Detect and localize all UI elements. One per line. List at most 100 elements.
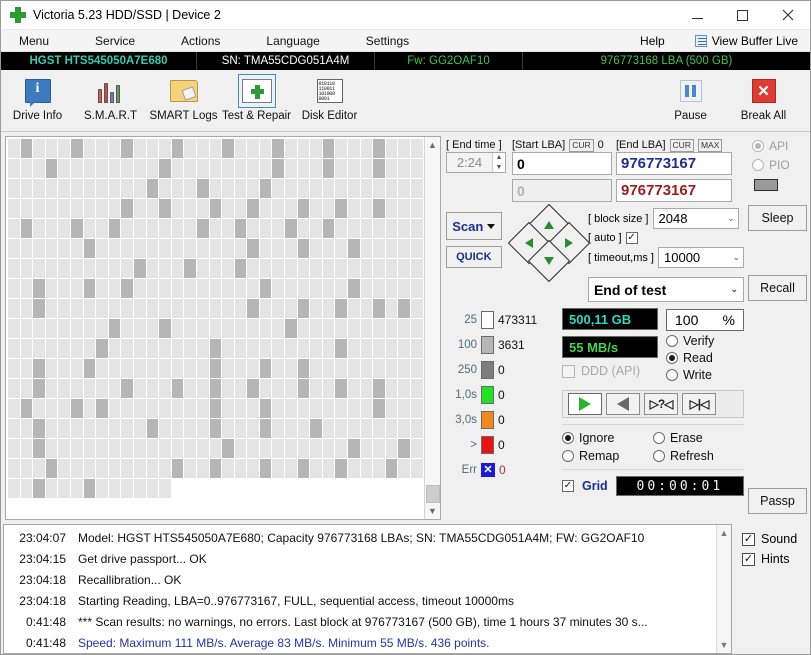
end-time-down-icon[interactable]: ▼ <box>493 163 505 173</box>
minimize-icon[interactable] <box>675 1 720 30</box>
menu-item-language[interactable]: Language <box>256 32 329 50</box>
view-buffer-live-button[interactable]: View Buffer Live <box>694 34 810 48</box>
toolbar-button-break-all[interactable]: ✕ Break All <box>727 74 800 122</box>
map-cell <box>196 459 209 478</box>
log-scrollbar[interactable]: ▲ ▼ <box>716 525 731 653</box>
maximize-icon[interactable] <box>720 1 765 30</box>
ddd-api-checkbox[interactable] <box>562 364 575 378</box>
toolbar-button-smart[interactable]: S.M.A.R.T <box>74 74 147 122</box>
auto-checkbox[interactable]: ✓ <box>625 232 638 244</box>
end-of-test-select[interactable]: End of test ⌄ <box>587 277 744 302</box>
verify-radio[interactable] <box>666 335 678 347</box>
mode-option-verify[interactable]: Verify <box>666 334 744 348</box>
log-scroll-up-icon[interactable]: ▲ <box>716 525 732 541</box>
sound-option[interactable]: ✓ Sound <box>742 532 810 546</box>
seek-end-button[interactable]: ▷|◁ <box>682 393 716 415</box>
end-time-spinner[interactable]: 2:24 ▲ ▼ <box>446 152 506 173</box>
map-cell <box>373 339 385 358</box>
map-scrollbar[interactable]: ▲ ▼ <box>424 137 440 519</box>
start-lba-min-button[interactable]: 0 <box>598 139 604 151</box>
toolbar-label-pause: Pause <box>674 110 707 122</box>
log-list[interactable]: 23:04:07 Model: HGST HTS545050A7E680; Cap… <box>4 525 716 653</box>
grid-and-timer: ✓ Grid 00:00:01 <box>562 469 744 496</box>
toolbar-button-drive-info[interactable]: Drive Info <box>1 74 74 122</box>
block-size-select[interactable]: 2048 ⌄ <box>652 208 739 229</box>
grid-checkbox[interactable]: ✓ <box>562 480 574 492</box>
quick-button[interactable]: QUICK <box>446 246 502 268</box>
erase-radio[interactable] <box>653 432 665 444</box>
toolbar-button-smart-logs[interactable]: SMART Logs <box>147 74 220 122</box>
map-cell <box>234 259 247 278</box>
end-lba-cur-button[interactable]: CUR <box>669 138 694 152</box>
scan-button[interactable]: Scan <box>446 212 502 240</box>
action-option-erase[interactable]: Erase <box>653 431 744 445</box>
ignore-radio[interactable] <box>562 432 574 444</box>
mode-option-write[interactable]: Write <box>666 368 744 382</box>
map-cell <box>20 399 33 418</box>
map-cell <box>83 359 96 378</box>
refresh-radio[interactable] <box>653 450 665 462</box>
action-option-ignore[interactable]: Ignore <box>562 431 653 445</box>
recall-button[interactable]: Recall <box>748 275 807 301</box>
map-cell <box>58 239 70 258</box>
action-option-refresh[interactable]: Refresh <box>653 449 744 463</box>
seek-question-button[interactable]: ▷?◁ <box>644 393 678 415</box>
map-cell <box>222 359 234 378</box>
map-cell <box>146 479 159 498</box>
end-time-up-icon[interactable]: ▲ <box>493 153 505 163</box>
api-radio[interactable] <box>752 139 764 152</box>
log-row[interactable]: 23:04:18 Starting Reading, LBA=0..9767731… <box>4 590 716 611</box>
map-cell <box>259 219 272 238</box>
map-cell <box>360 179 373 198</box>
play-backward-button[interactable] <box>606 393 640 415</box>
start-lba-input[interactable]: 0 <box>512 152 612 175</box>
sleep-button[interactable]: Sleep <box>748 205 807 231</box>
api-option[interactable]: API <box>748 136 807 155</box>
map-cell <box>196 359 209 378</box>
log-row[interactable]: 23:04:18 Recallibration... OK <box>4 569 716 590</box>
stats-and-readout: 25 473311 100 3631 250 0 1,0s 0 3,0s 0 >0 Err ✕ 0 500… <box>444 302 744 520</box>
map-scroll-down-icon[interactable]: ▼ <box>425 503 441 519</box>
start-lba-cur-button[interactable]: CUR <box>569 138 594 152</box>
map-cell <box>259 359 272 378</box>
map-cell <box>398 419 410 438</box>
play-forward-button[interactable] <box>568 393 602 415</box>
toolbar-button-pause[interactable]: Pause <box>654 74 727 122</box>
mode-option-read[interactable]: Read <box>666 351 744 365</box>
left-arrow-icon <box>524 238 533 248</box>
surface-map[interactable] <box>6 137 424 519</box>
log-row[interactable]: 0:41:48 Speed: Maximum 111 MB/s. Average … <box>4 632 716 653</box>
hints-option[interactable]: ✓ Hints <box>742 552 810 566</box>
timeout-select[interactable]: 10000 ⌄ <box>658 247 744 268</box>
close-icon[interactable] <box>765 1 810 30</box>
menu-item-help[interactable]: Help <box>632 32 673 50</box>
hints-checkbox[interactable]: ✓ <box>742 552 755 566</box>
map-scroll-thumb[interactable] <box>425 485 440 503</box>
end-lba-secondary-input[interactable]: 976773167 <box>616 179 732 202</box>
map-cell <box>297 419 310 438</box>
action-option-remap[interactable]: Remap <box>562 449 653 463</box>
log-row[interactable]: 23:04:07 Model: HGST HTS545050A7E680; Cap… <box>4 527 716 548</box>
log-row[interactable]: 23:04:15 Get drive passport... OK <box>4 548 716 569</box>
remap-radio[interactable] <box>562 450 574 462</box>
start-lba-secondary-input[interactable]: 0 <box>512 179 612 202</box>
pio-option[interactable]: PIO <box>748 155 807 174</box>
log-row[interactable]: 0:41:48 *** Scan results: no warnings, no… <box>4 611 716 632</box>
end-lba-input[interactable]: 976773167 <box>616 152 732 175</box>
write-radio[interactable] <box>666 369 678 381</box>
menu-item-settings[interactable]: Settings <box>356 32 419 50</box>
menu-item-actions[interactable]: Actions <box>171 32 230 50</box>
read-radio[interactable] <box>666 352 678 364</box>
sound-checkbox[interactable]: ✓ <box>742 532 755 546</box>
map-scroll-up-icon[interactable]: ▲ <box>425 137 441 153</box>
passport-button[interactable]: Passp <box>748 488 807 514</box>
pio-radio[interactable] <box>752 158 764 171</box>
menu-item-service[interactable]: Service <box>85 32 145 50</box>
map-scroll-track[interactable] <box>425 153 441 485</box>
toolbar-button-disk-editor[interactable]: 010110 110011 101000 0001 Disk Editor <box>293 74 366 122</box>
ddd-api-option[interactable]: DDD (API) <box>562 364 658 378</box>
end-lba-max-button[interactable]: MAX <box>697 138 723 152</box>
toolbar-button-test-repair[interactable]: Test & Repair <box>220 74 293 122</box>
menu-item-menu[interactable]: Menu <box>9 32 59 50</box>
log-scroll-down-icon[interactable]: ▼ <box>716 637 732 653</box>
